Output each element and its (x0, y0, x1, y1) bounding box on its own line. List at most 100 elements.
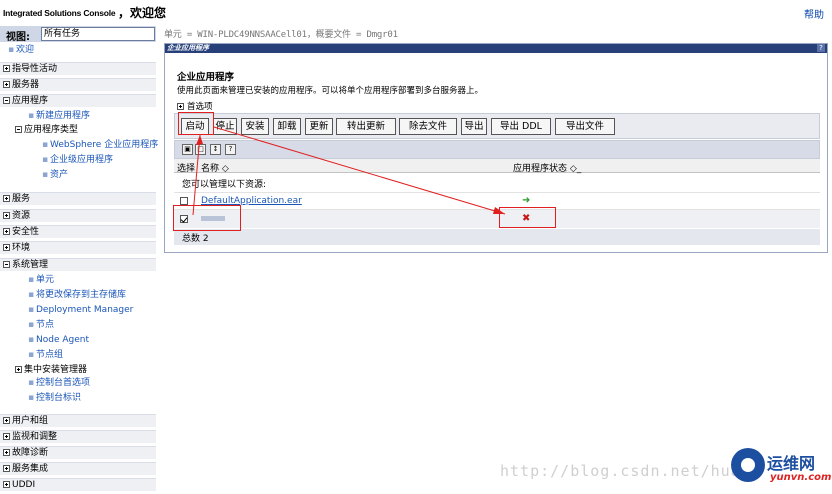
resource-note-row: 您可以管理以下资源: (174, 176, 820, 190)
sidebar-item-label: 应用程序 (12, 96, 49, 106)
page-title: 企业应用程序 (177, 72, 235, 83)
expand-icon[interactable] (15, 366, 22, 373)
table-header: 选择 名称 ◇ 应用程序状态 ◇_ (174, 159, 820, 174)
sidebar-item[interactable]: 集中安装管理器 (0, 364, 156, 377)
sidebar-item[interactable]: ▪ 将更改保存到主存储库 (0, 289, 156, 302)
sidebar-item-label: 新建应用程序 (36, 111, 91, 121)
view-row: 视图: 所有任务 (0, 26, 156, 43)
sidebar-item[interactable]: 资源 (0, 209, 156, 222)
expand-icon[interactable] (3, 195, 10, 202)
uninstall-button[interactable]: 卸载 (273, 118, 301, 135)
highlight-stopped-status (499, 207, 556, 228)
sidebar-item[interactable]: 服务 (0, 192, 156, 205)
help-icon[interactable]: ? (817, 44, 825, 52)
col-name[interactable]: 名称 ◇ (201, 161, 229, 174)
sidebar-item[interactable]: ▪ 节点组 (0, 349, 156, 362)
table-row: DefaultApplication.ear ➜ (174, 192, 820, 209)
sidebar-item-label: Node Agent (36, 335, 89, 345)
sidebar-item-label: WebSphere 企业应用程序 (50, 140, 159, 150)
export-file-button[interactable]: 导出文件 (555, 118, 615, 135)
sidebar-item-label: 企业级应用程序 (50, 155, 114, 165)
sidebar-item-label: 系统管理 (12, 260, 49, 270)
sidebar-item-label: 欢迎 (16, 45, 35, 55)
sidebar-item-label: 服务器 (12, 80, 40, 90)
sidebar-item[interactable]: ▪ WebSphere 企业应用程序 (0, 139, 159, 152)
sidebar-item[interactable]: ▪ 欢迎 (0, 44, 156, 57)
sidebar-item[interactable]: 故障诊断 (0, 446, 156, 459)
page-description: 使用此页面来管理已安装的应用程序。可以将单个应用程序部署到多台服务器上。 (177, 86, 484, 96)
expand-icon[interactable] (3, 65, 10, 72)
table-row: ✖ (174, 209, 820, 228)
expand-icon[interactable] (3, 481, 10, 488)
panel-title: 企业应用程序 (165, 44, 827, 53)
sidebar-item[interactable]: ▪ 节点 (0, 319, 156, 332)
sidebar-item[interactable]: 安全性 (0, 225, 156, 238)
export-ddl-button[interactable]: 导出 DDL (491, 118, 551, 135)
expand-icon[interactable] (3, 228, 10, 235)
expand-icon[interactable] (3, 81, 10, 88)
sidebar-item[interactable]: ▪ 企业级应用程序 (0, 154, 156, 167)
install-button[interactable]: 安装 (241, 118, 269, 135)
expand-icon[interactable] (3, 97, 10, 104)
sidebar-item[interactable]: 环境 (0, 241, 156, 254)
sidebar-item-label: 服务 (12, 194, 31, 204)
sidebar-item-label: 节点 (36, 320, 55, 330)
sidebar-item[interactable]: 指导性活动 (0, 62, 156, 75)
expand-icon[interactable] (3, 465, 10, 472)
sidebar-item-label: 将更改保存到主存储库 (36, 290, 127, 300)
sidebar-item[interactable]: ▪ 单元 (0, 274, 156, 287)
total-row: 总数 2 (174, 229, 820, 245)
help-link[interactable]: 帮助 (804, 6, 824, 21)
sidebar-item-label: 应用程序类型 (24, 125, 79, 135)
expand-icon[interactable] (3, 433, 10, 440)
brand-title: Integrated Solutions Console (3, 8, 116, 18)
select-all-icon[interactable]: ▣ (182, 144, 193, 155)
highlight-checked-row (173, 205, 241, 231)
expand-icon[interactable] (3, 261, 10, 268)
logo-icon-inner (741, 458, 755, 472)
remove-file-button[interactable]: 除去文件 (399, 118, 457, 135)
sidebar-item[interactable]: 用户和组 (0, 414, 156, 427)
bullet-icon: ▪ (8, 45, 15, 55)
expand-icon[interactable] (15, 126, 22, 133)
bullet-icon: ▪ (28, 290, 35, 300)
rollout-update-button[interactable]: 转出更新 (336, 118, 396, 135)
edit-filter-icon[interactable]: ? (225, 144, 236, 155)
expand-icon[interactable] (3, 212, 10, 219)
running-icon: ➜ (522, 195, 531, 206)
sidebar-item[interactable]: ▪ Node Agent (0, 334, 156, 347)
sidebar-item[interactable]: 服务集成 (0, 462, 156, 475)
preferences-toggle[interactable]: 首选项 (177, 100, 213, 112)
highlight-start-button (178, 112, 214, 135)
view-label: 视图: (6, 32, 30, 43)
sidebar-item[interactable]: UDDI (0, 478, 156, 491)
row-checkbox[interactable] (180, 197, 188, 205)
expand-icon[interactable] (3, 244, 10, 251)
sidebar-item[interactable]: 应用程序 (0, 94, 156, 107)
resource-note: 您可以管理以下资源: (182, 180, 267, 190)
expand-icon[interactable] (3, 417, 10, 424)
sidebar-item-label: 资源 (12, 211, 31, 221)
sidebar-item[interactable]: 服务器 (0, 78, 156, 91)
logo-text: 运维网 (767, 454, 816, 473)
stop-button[interactable]: 停止 (213, 118, 237, 135)
sidebar-item[interactable]: ▪ 控制台首选项 (0, 377, 156, 390)
sidebar-item[interactable]: ▪ 新建应用程序 (0, 110, 156, 123)
export-button[interactable]: 导出 (461, 118, 487, 135)
sidebar-item-label: 环境 (12, 243, 31, 253)
update-button[interactable]: 更新 (305, 118, 333, 135)
sidebar-item[interactable]: 应用程序类型 (0, 124, 156, 137)
expand-icon[interactable] (3, 449, 10, 456)
sidebar-item[interactable]: ▪ 控制台标识 (0, 392, 156, 405)
bullet-icon: ▪ (28, 378, 35, 388)
col-status[interactable]: 应用程序状态 ◇_ (513, 161, 581, 174)
sidebar-item[interactable]: 监视和调整 (0, 430, 156, 443)
breadcrumb: 单元 = WIN-PLDC49NNSAACell01，概要文件 = Dmgr01 (164, 30, 398, 40)
sidebar-item[interactable]: ▪ 资产 (0, 169, 156, 182)
deselect-all-icon[interactable]: □ (195, 144, 206, 155)
filter-icon[interactable]: ↕ (210, 144, 221, 155)
sidebar-item[interactable]: 系统管理 (0, 258, 156, 271)
view-select[interactable]: 所有任务 (41, 27, 155, 41)
bullet-icon: ▪ (28, 393, 35, 403)
sidebar-item[interactable]: ▪ Deployment Manager (0, 304, 156, 317)
